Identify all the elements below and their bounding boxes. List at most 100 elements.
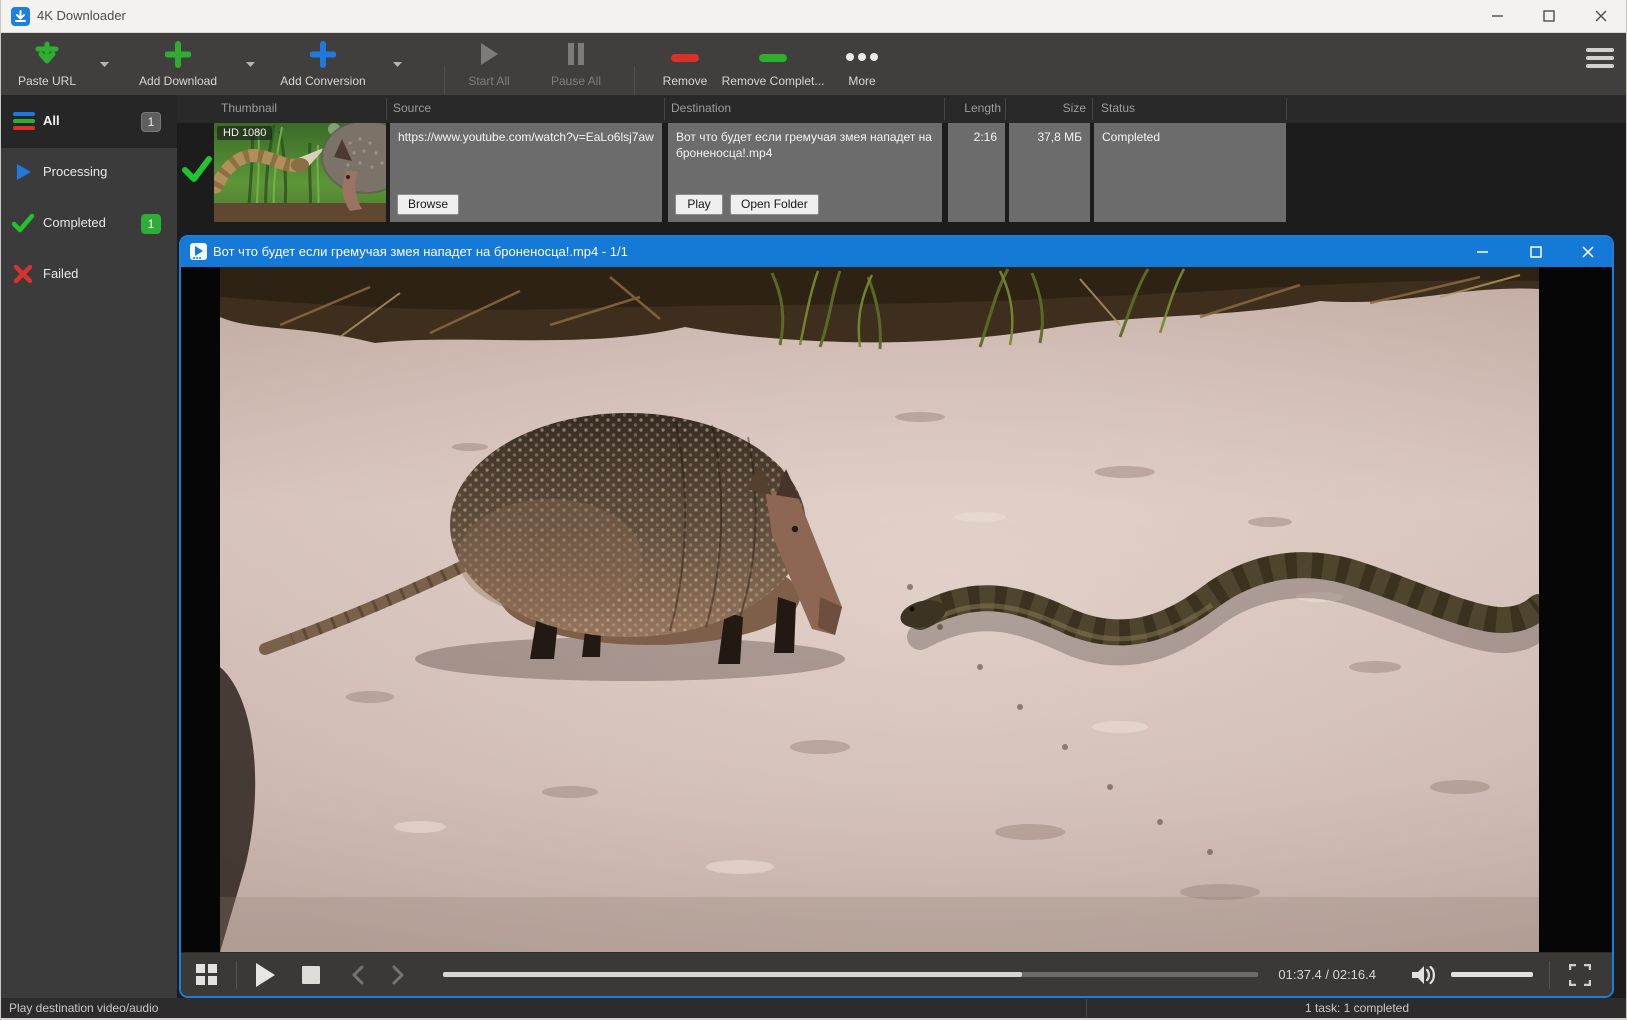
video-scene <box>220 267 1539 952</box>
row-size-cell[interactable]: 37,8 МБ <box>1009 123 1090 222</box>
sidebar-item-failed[interactable]: Failed <box>1 250 177 300</box>
window-title: 4K Downloader <box>37 8 126 23</box>
column-status[interactable]: Status <box>1101 101 1135 115</box>
source-url: https://www.youtube.com/watch?v=EaLo6lsj… <box>398 130 656 146</box>
title-bar: 4K Downloader <box>1 0 1627 33</box>
failed-x-icon <box>14 265 32 288</box>
sidebar-item-processing[interactable]: Processing <box>1 148 177 198</box>
add-download-plus-icon <box>165 41 191 73</box>
add-conversion-dropdown-chevron-icon[interactable] <box>389 57 405 71</box>
task-summary: 1 task: 1 completed <box>1086 1001 1627 1015</box>
sidebar-item-all[interactable]: All 1 <box>1 97 177 147</box>
remove-label: Remove <box>663 74 708 88</box>
play-button[interactable]: Play <box>675 194 723 215</box>
processing-play-icon <box>15 162 33 187</box>
more-dots-icon <box>844 41 880 67</box>
sidebar-completed-label: Completed <box>43 215 106 230</box>
add-conversion-button[interactable]: Add Conversion <box>267 37 379 91</box>
remove-dash-icon <box>670 41 700 68</box>
column-separator <box>386 98 387 120</box>
volume-icon[interactable] <box>1409 962 1439 988</box>
menu-hamburger-icon[interactable] <box>1586 46 1614 70</box>
player-title: Вот что будет если гремучая змея нападет… <box>213 244 628 259</box>
playback-time: 01:37.4 / 02:16.4 <box>1216 967 1376 982</box>
pause-all-icon <box>566 41 586 72</box>
length-value: 2:16 <box>974 130 997 144</box>
add-download-label: Add Download <box>139 74 217 88</box>
row-length-cell[interactable]: 2:16 <box>948 123 1005 222</box>
column-thumbnail[interactable]: Thumbnail <box>221 101 277 115</box>
add-download-button[interactable]: Add Download <box>126 37 230 91</box>
player-title-bar[interactable]: Вот что будет если гремучая змея нападет… <box>181 237 1612 267</box>
sidebar-processing-label: Processing <box>43 164 107 179</box>
volume-slider[interactable] <box>1451 972 1533 977</box>
player-close-button[interactable] <box>1566 237 1610 267</box>
quality-badge: HD 1080 <box>217 126 272 140</box>
column-length[interactable]: Length <box>944 101 1001 115</box>
more-button[interactable]: More <box>839 37 885 91</box>
sidebar: Processing Completed 1 Failed <box>1 148 177 998</box>
start-all-label: Start All <box>468 74 509 88</box>
pause-all-label: Pause All <box>551 74 601 88</box>
stop-icon[interactable] <box>299 963 323 987</box>
previous-icon[interactable] <box>347 963 369 987</box>
volume-fill <box>1451 972 1533 977</box>
completed-check-icon <box>12 213 34 238</box>
remove-completed-label: Remove Complet... <box>722 74 825 88</box>
column-separator <box>1092 98 1093 120</box>
add-download-dropdown-chevron-icon[interactable] <box>242 57 258 71</box>
row-thumbnail[interactable]: HD 1080 <box>214 123 386 222</box>
row-destination-cell[interactable]: Вот что будет если гремучая змея нападет… <box>668 123 942 222</box>
size-value: 37,8 МБ <box>1037 130 1082 144</box>
row-status-cell[interactable]: Completed <box>1094 123 1286 222</box>
controls-separator <box>1549 961 1550 989</box>
paste-url-dropdown-chevron-icon[interactable] <box>96 57 112 71</box>
more-label: More <box>848 74 875 88</box>
close-button[interactable] <box>1578 0 1624 32</box>
fullscreen-icon[interactable] <box>1567 963 1593 987</box>
sidebar-failed-label: Failed <box>43 266 78 281</box>
sidebar-all-label: All <box>43 113 60 128</box>
app-logo-icon <box>11 7 30 26</box>
playlist-grid-icon[interactable] <box>194 963 220 987</box>
column-destination[interactable]: Destination <box>671 101 731 115</box>
status-value: Completed <box>1102 130 1160 144</box>
column-size[interactable]: Size <box>1009 101 1086 115</box>
maximize-button[interactable] <box>1526 0 1572 32</box>
player-maximize-button[interactable] <box>1514 237 1558 267</box>
open-folder-button[interactable]: Open Folder <box>730 194 819 215</box>
all-count-badge: 1 <box>141 112 161 132</box>
status-bar: Play destination video/audio 1 task: 1 c… <box>1 998 1627 1018</box>
next-icon[interactable] <box>387 963 409 987</box>
player-app-icon <box>190 243 207 260</box>
play-icon[interactable] <box>251 961 279 989</box>
player-controls: 01:37.4 / 02:16.4 <box>181 952 1612 996</box>
player-window: Вот что будет если гремучая змея нападет… <box>179 235 1614 998</box>
completed-count-badge: 1 <box>141 214 161 234</box>
status-hint: Play destination video/audio <box>9 1001 158 1015</box>
paste-url-button[interactable]: Paste URL <box>6 37 88 91</box>
video-frame[interactable] <box>220 267 1539 952</box>
controls-separator <box>236 961 237 989</box>
column-separator <box>1286 98 1287 120</box>
row-completed-check-icon <box>182 155 212 188</box>
all-filter-icon <box>13 111 35 136</box>
seek-bar[interactable] <box>443 972 1258 977</box>
start-all-button[interactable]: Start All <box>457 37 521 91</box>
player-minimize-button[interactable] <box>1461 237 1505 267</box>
row-source-cell[interactable]: https://www.youtube.com/watch?v=EaLo6lsj… <box>390 123 662 222</box>
remove-completed-button[interactable]: Remove Complet... <box>719 37 827 91</box>
column-source[interactable]: Source <box>393 101 431 115</box>
seek-fill <box>443 972 1022 977</box>
toolbar: Paste URL Add Download Add Conversion <box>1 33 1627 95</box>
remove-button[interactable]: Remove <box>656 37 714 91</box>
add-conversion-plus-icon <box>310 41 336 73</box>
paste-url-icon <box>34 41 60 73</box>
pause-all-button[interactable]: Pause All <box>541 37 611 91</box>
sidebar-header: All 1 <box>1 95 177 148</box>
remove-completed-dash-icon <box>758 41 788 68</box>
browse-button[interactable]: Browse <box>397 194 459 215</box>
sidebar-item-completed[interactable]: Completed 1 <box>1 199 177 249</box>
minimize-button[interactable] <box>1475 0 1521 32</box>
app-window: 4K Downloader Paste URL Add Download <box>0 0 1627 1020</box>
